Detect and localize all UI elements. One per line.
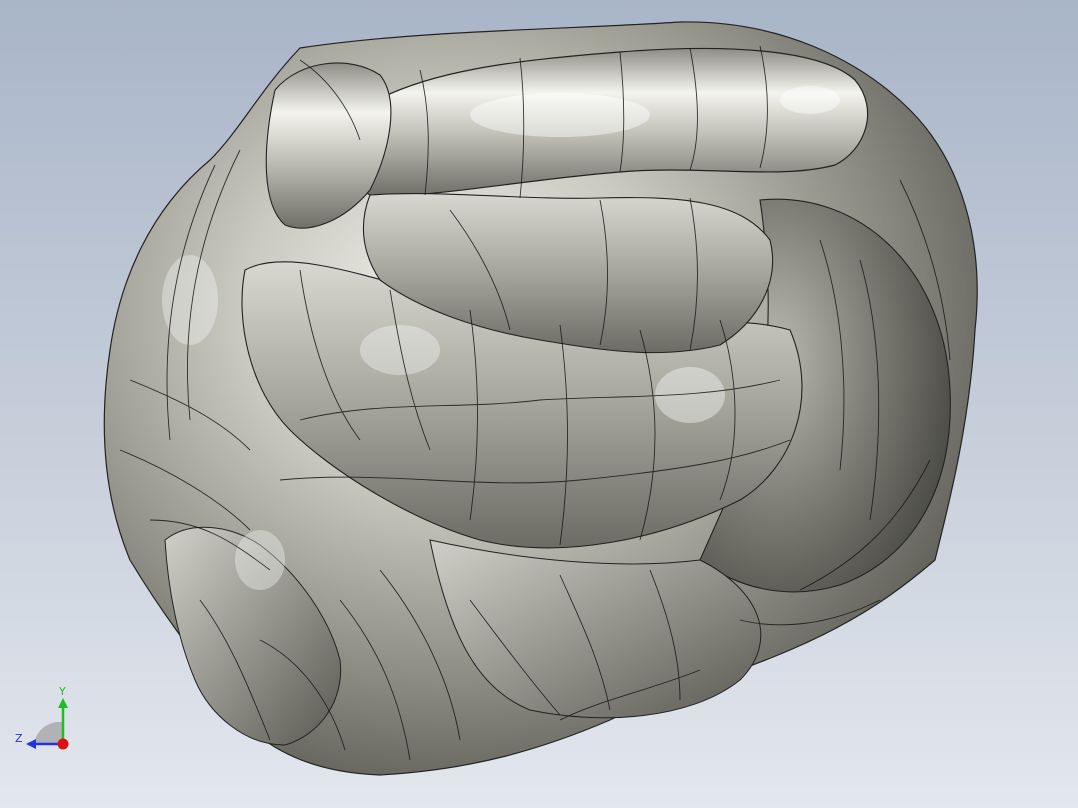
coordinate-triad: Y Z <box>15 685 69 750</box>
3d-model[interactable] <box>0 0 1078 808</box>
y-axis-label: Y <box>58 685 66 698</box>
y-axis-arrow <box>58 698 68 708</box>
x-axis-dot <box>57 738 69 750</box>
z-axis-label: Z <box>15 732 23 745</box>
highlight <box>235 530 285 590</box>
graphics-viewport[interactable]: Y Z <box>0 0 1078 808</box>
z-axis-arrow <box>26 739 36 749</box>
highlight <box>360 325 440 375</box>
triad-arc <box>35 722 62 744</box>
highlight <box>162 255 218 345</box>
highlight <box>780 86 840 114</box>
